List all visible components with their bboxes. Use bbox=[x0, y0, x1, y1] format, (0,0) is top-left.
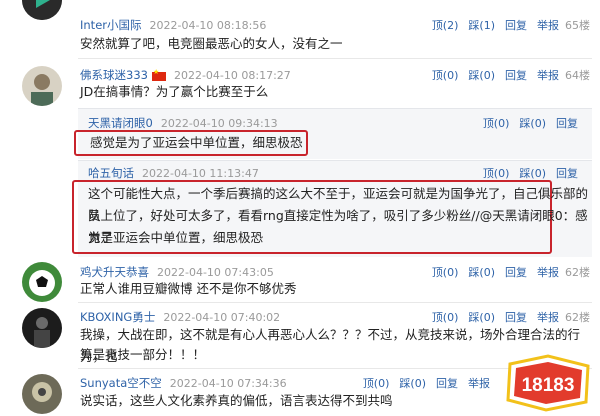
quote-text: 感觉是为了亚运会中单位置，细思极恐 bbox=[90, 135, 303, 150]
quote-meta: 哈五旬话 2022-04-10 11:13:47 bbox=[88, 165, 259, 181]
floor-number: 62楼 bbox=[565, 311, 590, 324]
comment-item: 佛系球迷3332022-04-10 08:17:27 顶(0)踩(0)回复举报6… bbox=[0, 58, 600, 108]
report-button[interactable]: 举报 bbox=[537, 311, 559, 324]
reply-button[interactable]: 回复 bbox=[505, 69, 527, 82]
quote-actions: 顶(0) 踩(0) 回复 bbox=[473, 165, 578, 181]
downvote-button[interactable]: 踩(1) bbox=[468, 19, 495, 32]
timestamp: 2022-04-10 11:13:47 bbox=[142, 167, 259, 180]
reply-button[interactable]: 回复 bbox=[505, 311, 527, 324]
timestamp: 2022-04-10 09:34:13 bbox=[160, 117, 278, 130]
downvote-button[interactable]: 踩(0) bbox=[468, 266, 495, 279]
downvote-button[interactable]: 踩(0) bbox=[519, 117, 546, 130]
upvote-button[interactable]: 顶(0) bbox=[483, 167, 510, 180]
divider bbox=[78, 302, 592, 303]
floor-number: 64楼 bbox=[565, 69, 590, 82]
comment-text: JD在搞事情？为了赢个比赛至于么 bbox=[80, 84, 269, 99]
avatar[interactable] bbox=[22, 0, 62, 20]
watermark-logo: 18183 bbox=[502, 354, 594, 412]
avatar[interactable] bbox=[22, 262, 62, 302]
avatar[interactable] bbox=[22, 374, 62, 414]
watermark-text: 18183 bbox=[522, 375, 575, 396]
timestamp: 2022-04-10 08:18:56 bbox=[149, 19, 267, 32]
comment-item: 鸡犬升天恭喜 2022-04-10 07:43:05 顶(0) 踩(0) 回复 举报 62… bbox=[0, 258, 600, 304]
avatar[interactable] bbox=[22, 66, 62, 106]
downvote-button[interactable]: 踩(0) bbox=[468, 311, 495, 324]
avatar[interactable] bbox=[22, 308, 62, 348]
reply-button[interactable]: 回复 bbox=[505, 266, 527, 279]
comment-text: 说实话，这些人文化素养真的偏低，语言表达得不到共鸣 bbox=[80, 393, 393, 408]
downvote-button[interactable]: 踩(0) bbox=[468, 69, 495, 82]
report-button[interactable]: 举报 bbox=[537, 69, 559, 82]
comment-actions: 顶(2) 踩(1) 回复 举报 65楼 bbox=[422, 17, 590, 33]
comment-meta: Inter小国际 2022-04-10 08:18:56 bbox=[80, 17, 266, 33]
china-flag-icon bbox=[151, 68, 166, 81]
downvote-button[interactable]: 踩(0) bbox=[399, 377, 426, 390]
report-button[interactable]: 举报 bbox=[468, 377, 490, 390]
comment-actions: 顶(0) 踩(0) 回复 举报 62楼 bbox=[422, 264, 590, 280]
username-link[interactable]: 哈五旬话 bbox=[88, 166, 134, 180]
comment-actions: 顶(0) 踩(0) 回复 举报 bbox=[353, 375, 490, 391]
upvote-button[interactable]: 顶(0) bbox=[363, 377, 390, 390]
comment-actions: 顶(0) 踩(0) 回复 举报 62楼 bbox=[422, 309, 590, 325]
comment-item: Inter小国际 2022-04-10 08:18:56 顶(2) 踩(1) 回复 举报… bbox=[0, 0, 600, 58]
username-link[interactable]: 天黑请闭眼0 bbox=[88, 116, 153, 130]
upvote-button[interactable]: 顶(0) bbox=[432, 69, 459, 82]
comment-text: 安然就算了吧，电竞圈最恶心的女人，没有之一 bbox=[80, 36, 343, 51]
comment-meta: KBOXING勇士 2022-04-10 07:40:02 bbox=[80, 309, 280, 325]
quote-actions: 顶(0) 踩(0) 回复 bbox=[473, 115, 578, 131]
comment-text: 算是竞技一部分！！！ bbox=[80, 347, 206, 362]
reply-button[interactable]: 回复 bbox=[556, 117, 578, 130]
username-link[interactable]: Inter小国际 bbox=[80, 18, 142, 32]
timestamp: 2022-04-10 07:34:36 bbox=[169, 377, 287, 390]
upvote-button[interactable]: 顶(0) bbox=[432, 311, 459, 324]
reply-button[interactable]: 回复 bbox=[505, 19, 527, 32]
report-button[interactable]: 举报 bbox=[537, 266, 559, 279]
upvote-button[interactable]: 顶(0) bbox=[432, 266, 459, 279]
floor-number: 62楼 bbox=[565, 266, 590, 279]
comment-text: 正常人谁用豆瓣微博 还不是你不够优秀 bbox=[80, 281, 297, 296]
quote-meta: 天黑请闭眼0 2022-04-10 09:34:13 bbox=[88, 115, 278, 131]
username-link[interactable]: 佛系球迷333 bbox=[80, 68, 148, 82]
upvote-button[interactable]: 顶(0) bbox=[483, 117, 510, 130]
username-link[interactable]: Sunyata空不空 bbox=[80, 376, 162, 390]
quote-text-line: 为了亚运会中单位置，细思极恐 bbox=[88, 230, 264, 245]
report-button[interactable]: 举报 bbox=[537, 19, 559, 32]
username-link[interactable]: KBOXING勇士 bbox=[80, 310, 155, 324]
upvote-button[interactable]: 顶(2) bbox=[432, 19, 459, 32]
username-link[interactable]: 鸡犬升天恭喜 bbox=[80, 265, 149, 279]
comment-actions: 顶(0) 踩(0) 回复 举报 64楼 bbox=[422, 67, 590, 83]
timestamp: 2022-04-10 07:40:02 bbox=[163, 311, 281, 324]
downvote-button[interactable]: 踩(0) bbox=[519, 167, 546, 180]
comment-meta: Sunyata空不空 2022-04-10 07:34:36 bbox=[80, 375, 287, 391]
floor-number: 65楼 bbox=[565, 19, 590, 32]
reply-button[interactable]: 回复 bbox=[556, 167, 578, 180]
reply-button[interactable]: 回复 bbox=[436, 377, 458, 390]
